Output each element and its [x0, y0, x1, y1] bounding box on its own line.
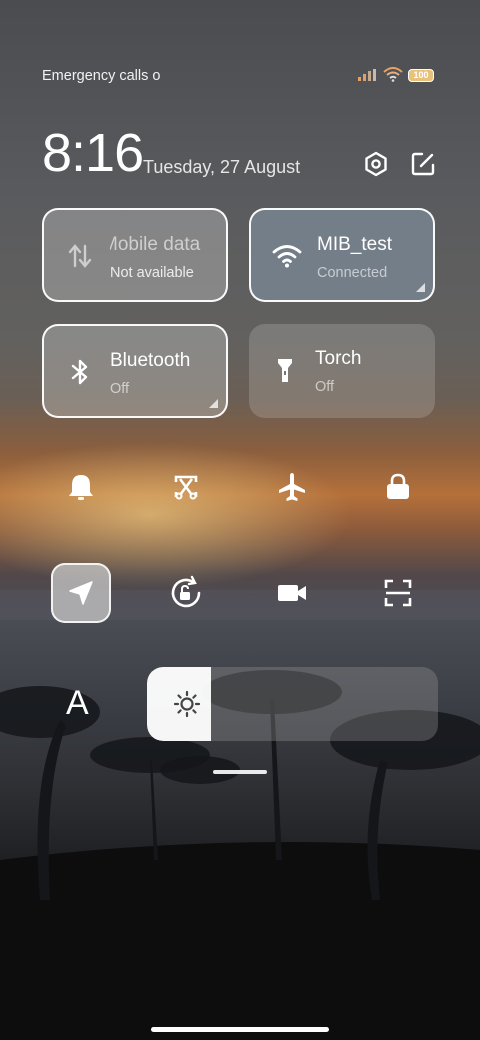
location-tile[interactable] — [51, 563, 111, 623]
wifi-status: Connected — [317, 265, 388, 281]
status-bar: Emergency calls o 100 — [42, 66, 438, 86]
mobile-data-icon — [68, 244, 92, 268]
scanner-icon[interactable] — [378, 573, 418, 613]
auto-brightness-toggle[interactable]: A — [66, 684, 89, 723]
rotation-lock-icon[interactable] — [166, 573, 206, 613]
mobile-data-label: Mobile data — [110, 234, 201, 255]
edit-icon[interactable] — [409, 150, 437, 178]
brightness-sun-icon — [173, 690, 201, 718]
bluetooth-icon — [71, 359, 88, 385]
bluetooth-tile[interactable]: Bluetooth Off — [42, 324, 228, 418]
torch-tile[interactable]: Torch Off — [249, 324, 435, 418]
settings-icon[interactable] — [362, 150, 390, 178]
cellular-signal-icon — [358, 69, 376, 81]
clock-date: Tuesday, 27 August — [143, 157, 301, 177]
bluetooth-label: Bluetooth — [110, 350, 191, 371]
mobile-data-tile[interactable]: Mobile data Not available — [42, 208, 228, 302]
panel-drag-handle[interactable] — [213, 770, 267, 774]
wifi-expand-indicator[interactable] — [416, 283, 425, 292]
ring-icon[interactable] — [61, 467, 101, 507]
lock-screen-icon[interactable] — [378, 467, 418, 507]
airplane-mode-icon[interactable] — [272, 467, 312, 507]
wifi-tile[interactable]: MIB_test Connected — [249, 208, 435, 302]
wifi-network-name: MIB_test — [317, 234, 392, 255]
home-indicator[interactable] — [151, 1027, 329, 1032]
screenshot-icon[interactable] — [166, 467, 206, 507]
emergency-calls-text: Emergency calls o — [42, 68, 161, 84]
brightness-slider[interactable] — [147, 667, 438, 741]
bluetooth-status: Off — [110, 381, 130, 397]
mobile-data-status: Not available — [110, 265, 194, 281]
torch-label: Torch — [315, 348, 362, 369]
clock-time: 8:16 — [42, 123, 144, 183]
torch-icon — [278, 359, 292, 382]
screen-recorder-icon[interactable] — [272, 573, 312, 613]
bluetooth-expand-indicator[interactable] — [209, 399, 218, 408]
battery-icon: 100 — [408, 69, 434, 82]
wifi-icon — [272, 245, 302, 268]
location-icon — [69, 581, 93, 605]
wifi-status-icon — [383, 67, 403, 82]
torch-status: Off — [315, 379, 335, 395]
